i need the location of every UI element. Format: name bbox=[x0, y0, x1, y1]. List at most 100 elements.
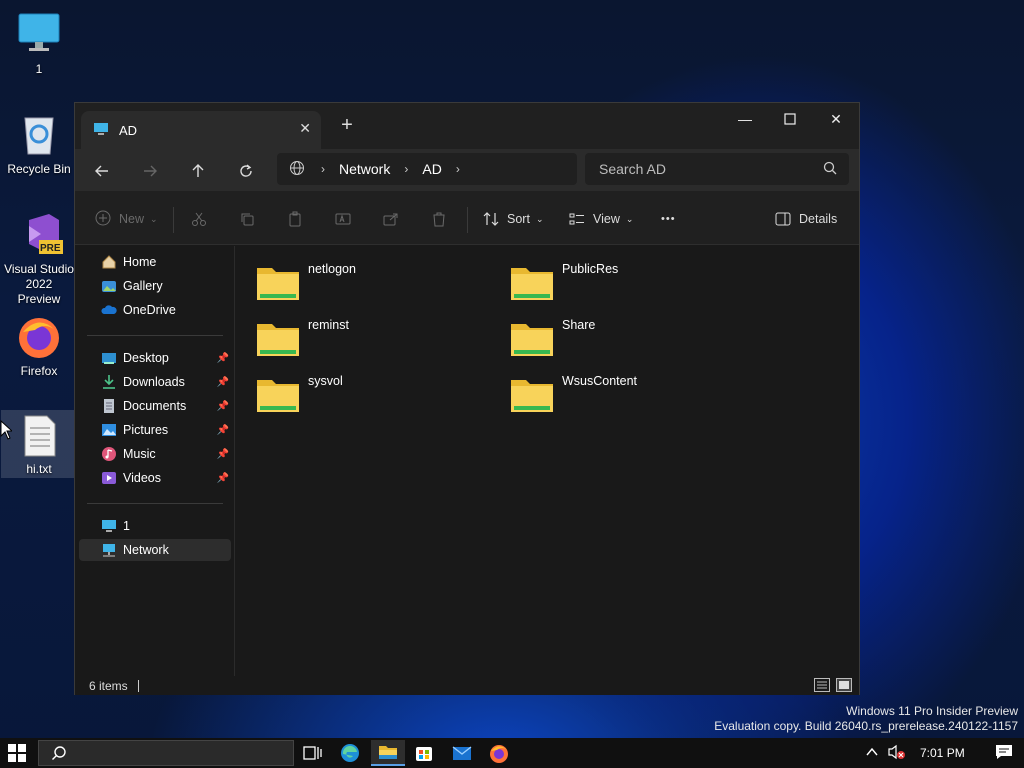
pin-icon[interactable]: 📌 bbox=[217, 473, 229, 484]
sidebar-item-label: Music bbox=[123, 447, 156, 461]
sidebar-item-desktop[interactable]: Desktop 📌 bbox=[79, 347, 231, 369]
sidebar-item-label: Network bbox=[123, 543, 169, 557]
pictures-icon bbox=[101, 422, 117, 438]
cut-button[interactable] bbox=[191, 205, 207, 233]
chevron-right-icon[interactable]: › bbox=[321, 162, 325, 176]
refresh-button[interactable] bbox=[232, 157, 260, 185]
home-icon bbox=[101, 254, 117, 270]
maximize-button[interactable] bbox=[767, 103, 813, 135]
folder-item[interactable]: sysvol bbox=[256, 372, 496, 422]
visual-studio-icon: PRE bbox=[15, 210, 63, 258]
copy-button[interactable] bbox=[239, 205, 255, 233]
speaker-muted-icon[interactable] bbox=[888, 744, 906, 763]
desktop-icon-label: Firefox bbox=[20, 364, 58, 378]
folder-name: PublicRes bbox=[562, 262, 619, 276]
shared-folder-icon bbox=[256, 318, 300, 358]
delete-button[interactable] bbox=[431, 205, 447, 233]
sidebar-item-gallery[interactable]: Gallery bbox=[79, 275, 231, 297]
sidebar-item-pictures[interactable]: Pictures 📌 bbox=[79, 419, 231, 441]
search-icon[interactable] bbox=[823, 161, 837, 178]
item-count: 6 items bbox=[89, 678, 128, 693]
pin-icon[interactable]: 📌 bbox=[217, 449, 229, 460]
onedrive-cloud-icon bbox=[101, 302, 117, 318]
documents-icon bbox=[101, 398, 117, 414]
folder-item[interactable]: reminst bbox=[256, 316, 496, 366]
view-button[interactable]: View ⌄ bbox=[569, 205, 633, 233]
sidebar-item-this-pc[interactable]: 1 bbox=[79, 515, 231, 537]
close-window-button[interactable]: ✕ bbox=[813, 103, 859, 135]
sidebar-item-documents[interactable]: Documents 📌 bbox=[79, 395, 231, 417]
sidebar-item-label: Desktop bbox=[123, 351, 169, 365]
desktop-icon-computer[interactable]: 1 bbox=[1, 10, 77, 77]
close-tab-icon[interactable]: ✕ bbox=[299, 120, 311, 137]
desktop-icon-visual-studio[interactable]: PRE Visual Studio 2022 Preview bbox=[1, 210, 77, 307]
forward-button[interactable] bbox=[136, 157, 164, 185]
more-options-button[interactable]: ••• bbox=[661, 205, 676, 233]
new-button[interactable]: New ⌄ bbox=[95, 205, 158, 233]
chevron-down-icon: ⌄ bbox=[150, 213, 158, 224]
sidebar-item-label: OneDrive bbox=[123, 303, 176, 317]
sort-button[interactable]: Sort ⌄ bbox=[483, 205, 543, 233]
sort-label: Sort bbox=[507, 212, 530, 226]
task-view-icon[interactable] bbox=[301, 742, 323, 764]
breadcrumb-ad[interactable]: AD bbox=[422, 161, 441, 177]
sidebar-item-music[interactable]: Music 📌 bbox=[79, 443, 231, 465]
tiles-view-button[interactable] bbox=[836, 678, 852, 692]
file-explorer-icon[interactable] bbox=[371, 740, 405, 766]
taskbar-search-box[interactable] bbox=[38, 740, 294, 766]
back-button[interactable] bbox=[88, 157, 116, 185]
folder-item[interactable]: WsusContent bbox=[510, 372, 750, 422]
chevron-right-icon[interactable]: › bbox=[404, 162, 408, 176]
folder-item[interactable]: Share bbox=[510, 316, 750, 366]
firefox-icon[interactable] bbox=[488, 742, 510, 764]
pane-splitter[interactable] bbox=[234, 246, 235, 676]
share-button[interactable] bbox=[383, 205, 399, 233]
paste-button[interactable] bbox=[287, 205, 303, 233]
title-bar[interactable]: AD ✕ + — ✕ bbox=[75, 103, 859, 149]
store-icon[interactable] bbox=[413, 742, 435, 764]
search-box[interactable] bbox=[585, 153, 849, 185]
edge-icon[interactable] bbox=[339, 742, 361, 764]
navigation-pane: Home Gallery OneDrive Desktop 📌 Download… bbox=[75, 246, 235, 676]
desktop-icon-text-file[interactable]: hi.txt bbox=[1, 410, 77, 478]
sidebar-item-onedrive[interactable]: OneDrive bbox=[79, 299, 231, 321]
folder-item[interactable]: PublicRes bbox=[510, 260, 750, 310]
file-list: netlogon PublicRes reminst Share sysvol … bbox=[236, 246, 860, 676]
chevron-up-icon[interactable] bbox=[866, 746, 878, 760]
breadcrumb-network[interactable]: Network bbox=[339, 161, 390, 177]
downloads-icon bbox=[101, 374, 117, 390]
desktop-icon-firefox[interactable]: Firefox bbox=[1, 312, 77, 379]
notifications-icon[interactable] bbox=[995, 744, 1013, 763]
details-view-button[interactable] bbox=[814, 678, 830, 692]
address-bar[interactable]: › Network › AD › bbox=[277, 153, 577, 185]
details-button[interactable]: Details bbox=[775, 205, 837, 233]
chevron-right-icon[interactable]: › bbox=[456, 162, 460, 176]
desktop-icon-label: hi.txt bbox=[26, 462, 52, 476]
start-button[interactable] bbox=[8, 744, 26, 765]
sidebar-item-home[interactable]: Home bbox=[79, 251, 231, 273]
pin-icon[interactable]: 📌 bbox=[217, 401, 229, 412]
separator bbox=[173, 207, 174, 233]
pin-icon[interactable]: 📌 bbox=[217, 425, 229, 436]
sidebar-item-downloads[interactable]: Downloads 📌 bbox=[79, 371, 231, 393]
tab-ad[interactable]: AD ✕ bbox=[81, 111, 321, 149]
up-button[interactable] bbox=[184, 157, 212, 185]
new-label: New bbox=[119, 212, 145, 226]
pin-icon[interactable]: 📌 bbox=[217, 353, 229, 364]
minimize-button[interactable]: — bbox=[722, 103, 768, 135]
sidebar-item-videos[interactable]: Videos 📌 bbox=[79, 467, 231, 489]
new-tab-button[interactable]: + bbox=[337, 115, 357, 135]
search-input[interactable] bbox=[599, 161, 809, 177]
network-globe-icon bbox=[289, 160, 305, 179]
desktop-icon-recycle-bin[interactable]: Recycle Bin bbox=[1, 110, 77, 177]
mail-icon[interactable] bbox=[451, 742, 473, 764]
clock[interactable]: 7:01 PM bbox=[920, 746, 965, 760]
copy-icon bbox=[241, 213, 254, 226]
folder-name: netlogon bbox=[308, 262, 356, 276]
sidebar-item-network[interactable]: Network bbox=[79, 539, 231, 561]
pin-icon[interactable]: 📌 bbox=[217, 377, 229, 388]
details-pane-icon bbox=[775, 212, 791, 226]
rename-button[interactable] bbox=[335, 205, 351, 233]
folder-item[interactable]: netlogon bbox=[256, 260, 496, 310]
watermark-line-2: Evaluation copy. Build 26040.rs_prerelea… bbox=[714, 719, 1018, 733]
